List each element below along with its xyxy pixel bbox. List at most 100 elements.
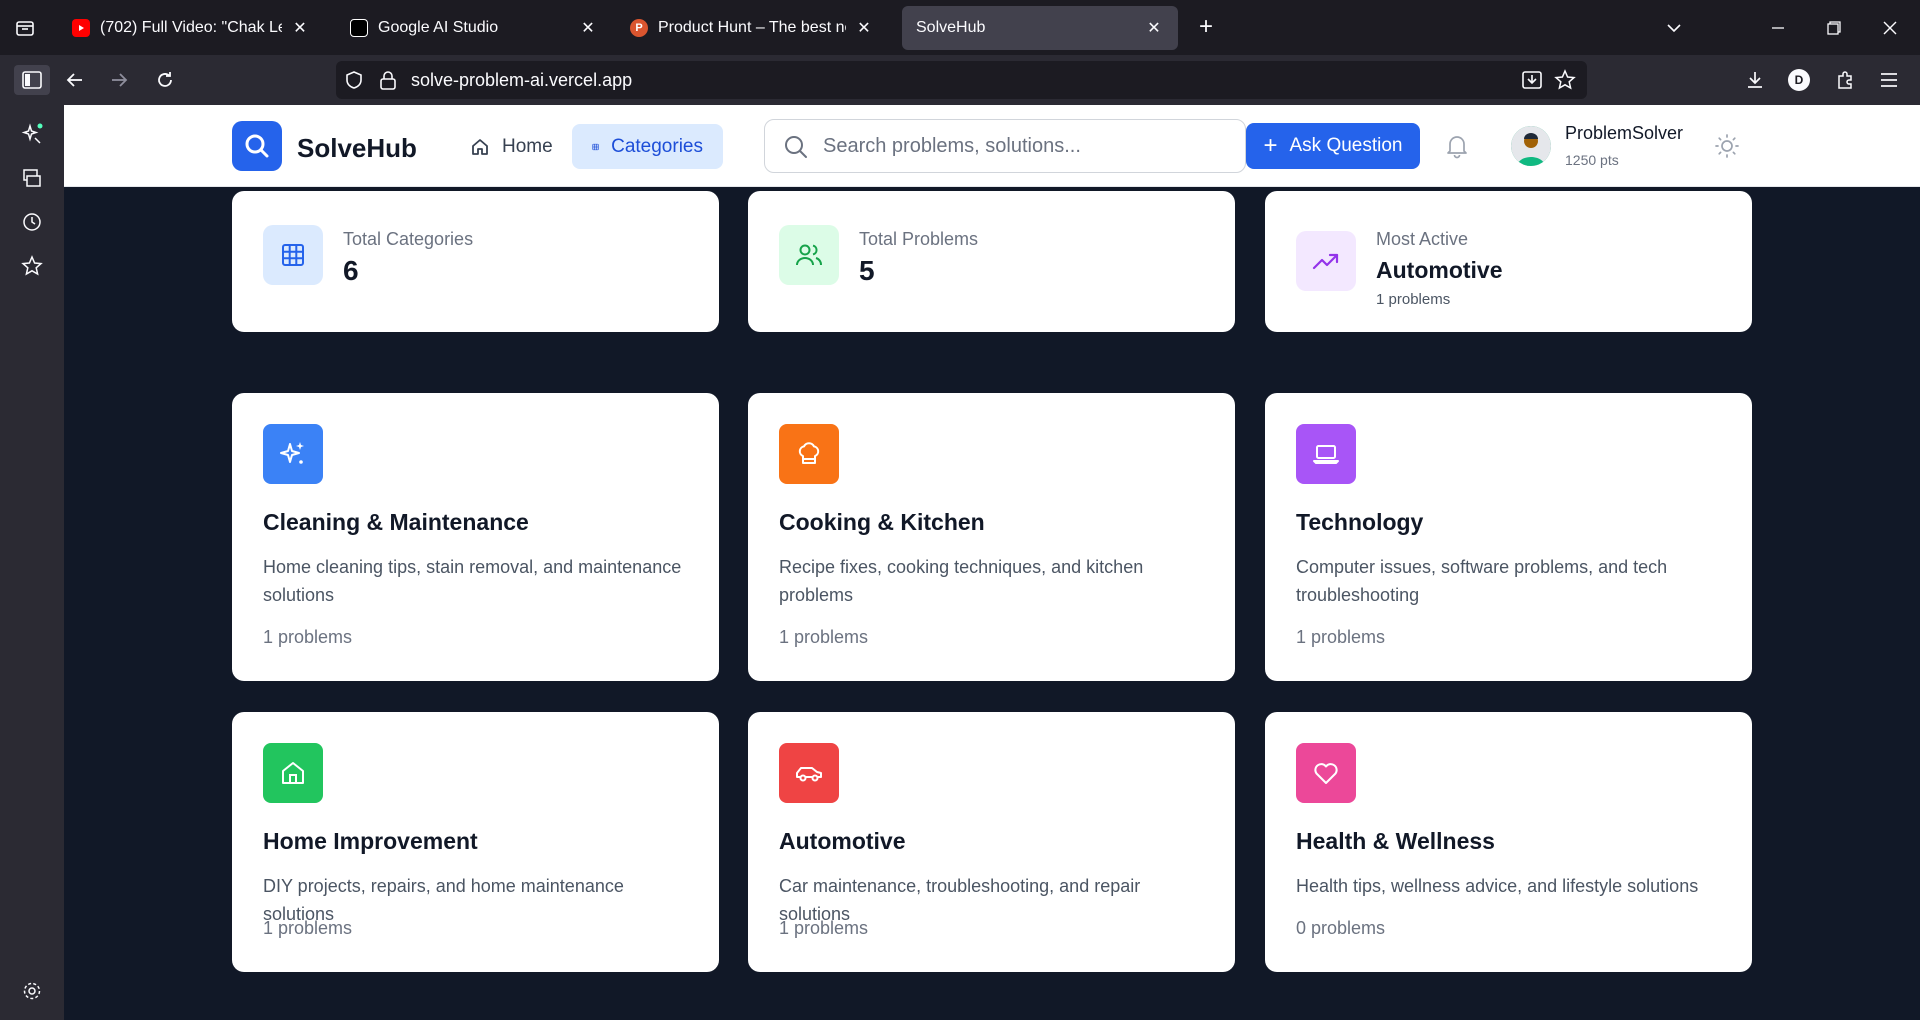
tab-close-icon[interactable]: ✕ — [1144, 18, 1164, 38]
bell-icon[interactable] — [1445, 133, 1469, 159]
tab-title: SolveHub — [916, 19, 986, 36]
tab-close-icon[interactable]: ✕ — [854, 18, 874, 38]
category-count: 1 problems — [263, 918, 353, 938]
browser-tab-solvehub[interactable]: SolveHub ✕ — [902, 6, 1178, 50]
bookmark-star-icon[interactable] — [1554, 69, 1576, 91]
search-placeholder: Search problems, solutions... — [823, 134, 1081, 157]
category-title: Technology — [1296, 509, 1424, 535]
nav-home[interactable]: Home — [450, 124, 573, 169]
stat-value: 6 — [343, 255, 359, 286]
reload-button[interactable] — [150, 65, 180, 95]
tab-close-icon[interactable]: ✕ — [578, 18, 598, 38]
address-bar[interactable]: solve-problem-ai.vercel.app — [336, 61, 1587, 99]
new-tab-button[interactable]: + — [1192, 14, 1220, 42]
browser-tab-product-hunt[interactable]: P Product Hunt – The best new pr ✕ — [616, 6, 888, 50]
category-title: Home Improvement — [263, 828, 478, 854]
account-button[interactable]: D — [1784, 65, 1814, 95]
url-text: solve-problem-ai.vercel.app — [411, 69, 633, 90]
category-card-automotive[interactable]: Automotive Car maintenance, troubleshoot… — [748, 712, 1235, 972]
nav-home-label: Home — [502, 135, 553, 157]
stat-card-most-active: Most Active Automotive 1 problems — [1265, 191, 1752, 332]
user-points: 1250 pts — [1565, 152, 1619, 168]
category-count: 1 problems — [779, 918, 869, 938]
category-count: 1 problems — [263, 627, 353, 647]
sidebar-ai-chat-button[interactable] — [16, 118, 48, 150]
stat-card-total-problems: Total Problems 5 — [748, 191, 1235, 332]
shield-icon — [346, 71, 362, 89]
logo[interactable] — [232, 121, 282, 171]
sidebar-history-button[interactable] — [16, 206, 48, 238]
sidebar-bookmarks-button[interactable] — [16, 250, 48, 282]
avatar-image — [1511, 126, 1551, 166]
category-count: 1 problems — [1296, 627, 1386, 647]
lock-icon — [380, 71, 396, 90]
arrow-right-icon — [112, 73, 128, 87]
sparkle-icon — [21, 123, 43, 144]
close-icon — [1883, 21, 1897, 34]
back-button[interactable] — [60, 65, 90, 95]
category-card-cooking[interactable]: Cooking & Kitchen Recipe fixes, cooking … — [748, 393, 1235, 681]
category-card-health[interactable]: Health & Wellness Health tips, wellness … — [1265, 712, 1752, 972]
clock-icon — [23, 213, 41, 231]
save-page-icon[interactable] — [1521, 70, 1543, 90]
minimize-button[interactable] — [1750, 0, 1806, 55]
downloads-button[interactable] — [1740, 65, 1770, 95]
browser-tab-ai-studio[interactable]: Google AI Studio ✕ — [336, 6, 612, 50]
browser-tab-youtube[interactable]: (702) Full Video: "Chak Lein De" ✕ — [58, 6, 324, 50]
category-card-cleaning[interactable]: Cleaning & Maintenance Home cleaning tip… — [232, 393, 719, 681]
category-description: Home cleaning tips, stain removal, and m… — [263, 557, 682, 605]
stat-label: Total Problems — [859, 229, 979, 249]
category-description: Health tips, wellness advice, and lifest… — [1296, 876, 1699, 896]
house-icon — [472, 138, 488, 155]
extensions-button[interactable] — [1830, 65, 1860, 95]
restore-button[interactable] — [1806, 0, 1862, 55]
tab-list-button[interactable] — [0, 0, 50, 55]
sparkles-icon — [263, 424, 323, 484]
site-header: SolveHub Home Categories Search problems… — [64, 105, 1920, 187]
browser-sidebar — [0, 105, 64, 1020]
minimize-icon — [1772, 26, 1784, 29]
users-icon — [779, 225, 839, 285]
close-window-button[interactable] — [1862, 0, 1918, 55]
trending-up-icon — [1296, 231, 1356, 291]
stat-card-total-categories: Total Categories 6 — [232, 191, 719, 332]
sidebar-sync-tabs-button[interactable] — [16, 162, 48, 194]
menu-button[interactable] — [1874, 65, 1904, 95]
nav-categories[interactable]: Categories — [572, 124, 723, 169]
tab-list-icon — [16, 20, 34, 36]
restore-icon — [1827, 20, 1841, 35]
sun-icon[interactable] — [1714, 133, 1740, 159]
category-card-home-improvement[interactable]: Home Improvement DIY projects, repairs, … — [232, 712, 719, 972]
product-hunt-icon: P — [630, 19, 648, 37]
star-icon — [21, 255, 43, 276]
stat-value: 5 — [859, 255, 875, 286]
laptop-icon — [1296, 424, 1356, 484]
ai-studio-icon — [350, 19, 368, 37]
forward-button[interactable] — [104, 65, 134, 95]
hamburger-icon — [1881, 73, 1897, 87]
tab-title: Product Hunt – The best new pr — [658, 19, 846, 36]
reload-icon — [158, 72, 172, 87]
search-icon — [245, 134, 269, 158]
tab-overflow-button[interactable] — [1646, 0, 1702, 55]
ask-question-label: Ask Question — [1289, 135, 1403, 156]
tab-title: Google AI Studio — [378, 19, 499, 36]
tab-close-icon[interactable]: ✕ — [290, 18, 310, 38]
sidebar-settings-button[interactable] — [16, 975, 48, 1007]
ask-question-button[interactable]: + Ask Question — [1246, 123, 1420, 169]
search-input[interactable]: Search problems, solutions... — [764, 119, 1246, 173]
category-description: Computer issues, software problems, and … — [1296, 557, 1668, 605]
arrow-left-icon — [66, 73, 82, 87]
brand-name[interactable]: SolveHub — [297, 133, 417, 164]
nav-categories-label: Categories — [611, 135, 703, 157]
grid-icon — [592, 143, 599, 150]
car-icon — [779, 743, 839, 803]
browser-nav-bar: solve-problem-ai.vercel.app D — [0, 55, 1920, 105]
user-name[interactable]: ProblemSolver — [1565, 123, 1683, 144]
sidebar-toggle-button[interactable] — [14, 65, 50, 95]
browser-tab-bar: (702) Full Video: "Chak Lein De" ✕ Googl… — [0, 0, 1920, 55]
category-card-technology[interactable]: Technology Computer issues, software pro… — [1265, 393, 1752, 681]
account-avatar: D — [1788, 69, 1810, 91]
avatar[interactable] — [1511, 126, 1551, 166]
download-icon — [1748, 72, 1762, 88]
